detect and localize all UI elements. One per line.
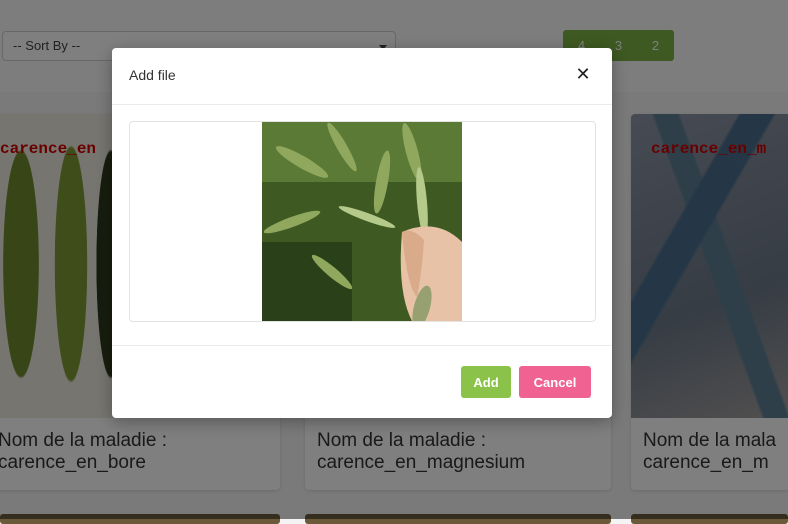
modal-header: Add file ✕ <box>112 48 612 105</box>
add-file-modal: Add file ✕ Add Cancel <box>112 48 612 418</box>
cancel-button[interactable]: Cancel <box>519 366 591 398</box>
image-preview-area <box>129 121 596 322</box>
close-icon[interactable]: ✕ <box>572 64 594 86</box>
modal-footer: Add Cancel <box>112 345 612 419</box>
modal-title: Add file <box>129 67 176 83</box>
add-button[interactable]: Add <box>461 366 511 398</box>
preview-image <box>262 122 462 321</box>
